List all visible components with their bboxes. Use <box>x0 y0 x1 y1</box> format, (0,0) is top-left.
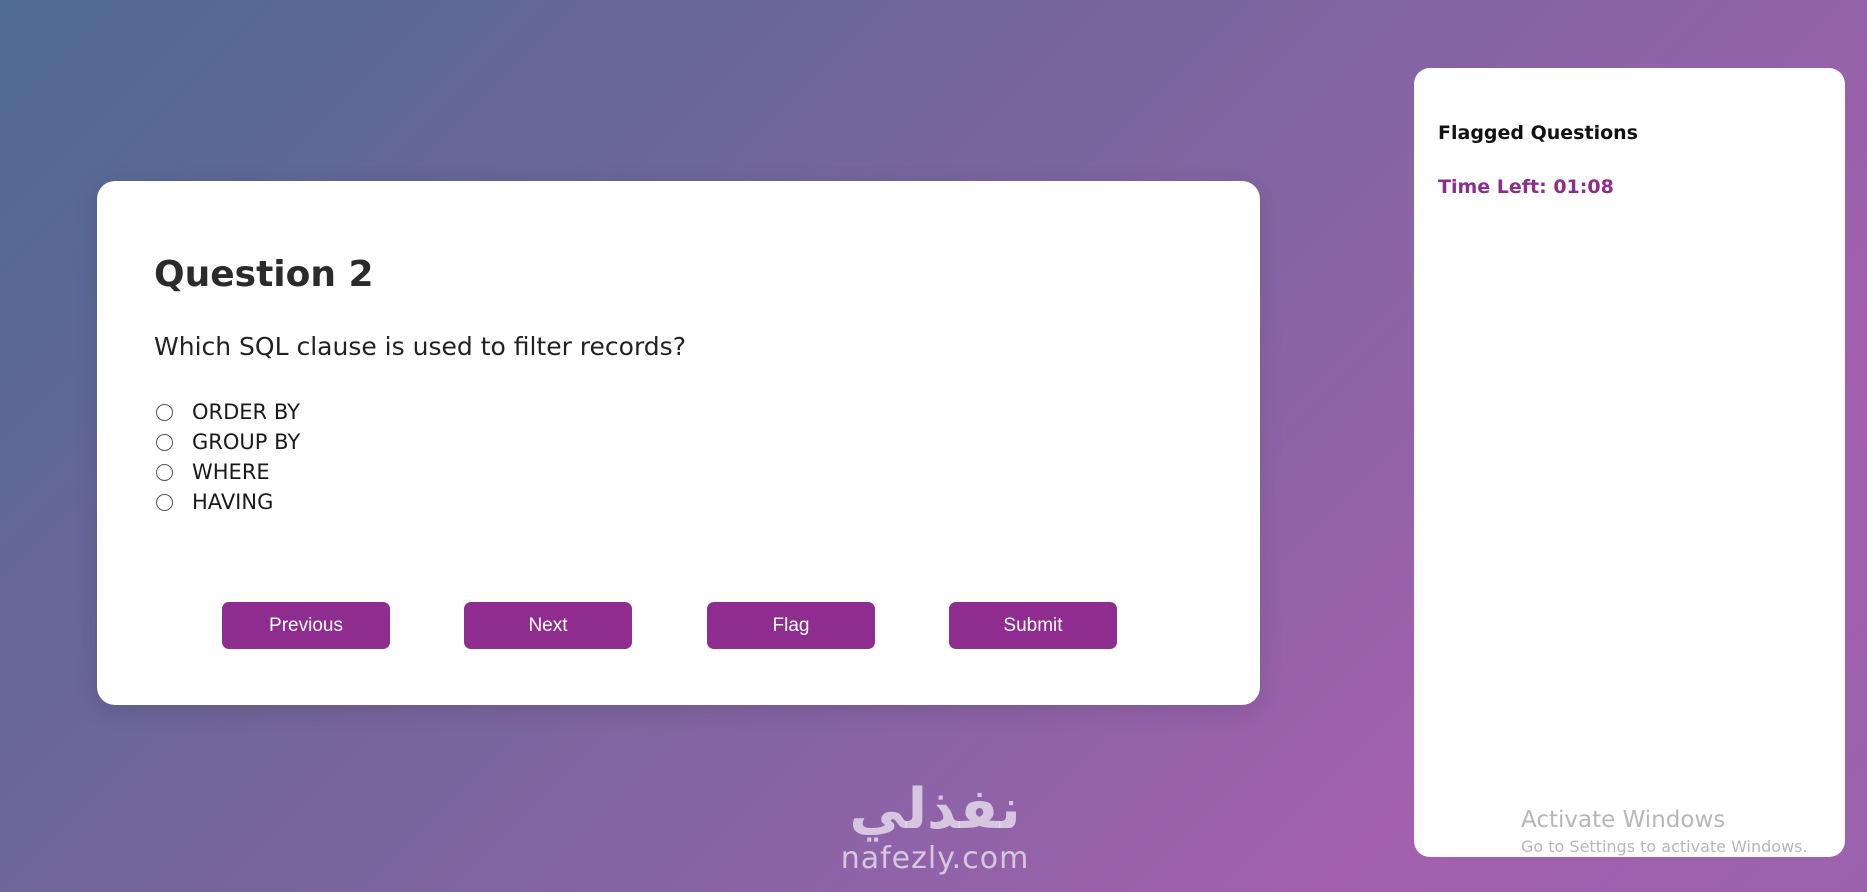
option-group-by[interactable]: GROUP BY <box>154 427 300 457</box>
option-order-by[interactable]: ORDER BY <box>154 397 300 427</box>
flagged-questions-panel: Flagged Questions Time Left: 01:08 <box>1414 68 1845 857</box>
question-text: Which SQL clause is used to filter recor… <box>154 332 686 361</box>
watermark-domain-text: nafezly.com <box>840 841 1030 876</box>
option-label: ORDER BY <box>192 400 300 424</box>
quiz-card: Question 2 Which SQL clause is used to f… <box>97 181 1260 705</box>
previous-button[interactable]: Previous <box>222 602 390 649</box>
watermark-arabic-text: نفذلي <box>849 777 1021 842</box>
submit-button[interactable]: Submit <box>949 602 1117 649</box>
option-label: HAVING <box>192 490 274 514</box>
activate-windows-subtitle: Go to Settings to activate Windows. <box>1521 837 1808 856</box>
option-where[interactable]: WHERE <box>154 457 300 487</box>
radio-button[interactable] <box>156 403 173 421</box>
flagged-questions-title: Flagged Questions <box>1438 122 1638 144</box>
next-button[interactable]: Next <box>464 602 632 649</box>
time-left-timer: Time Left: 01:08 <box>1438 176 1614 198</box>
option-label: WHERE <box>192 460 270 484</box>
option-label: GROUP BY <box>192 430 301 454</box>
radio-button[interactable] <box>156 433 173 451</box>
nafezly-watermark: نفذلي nafezly.com <box>825 778 1045 876</box>
radio-button[interactable] <box>156 463 173 481</box>
option-having[interactable]: HAVING <box>154 487 300 517</box>
activate-windows-overlay: Activate Windows Go to Settings to activ… <box>1521 806 1808 860</box>
activate-windows-title: Activate Windows <box>1521 807 1726 833</box>
question-title: Question 2 <box>154 254 374 295</box>
radio-button[interactable] <box>156 493 173 511</box>
options-list: ORDER BY GROUP BY WHERE HAVING <box>154 397 300 517</box>
flag-button[interactable]: Flag <box>707 602 875 649</box>
